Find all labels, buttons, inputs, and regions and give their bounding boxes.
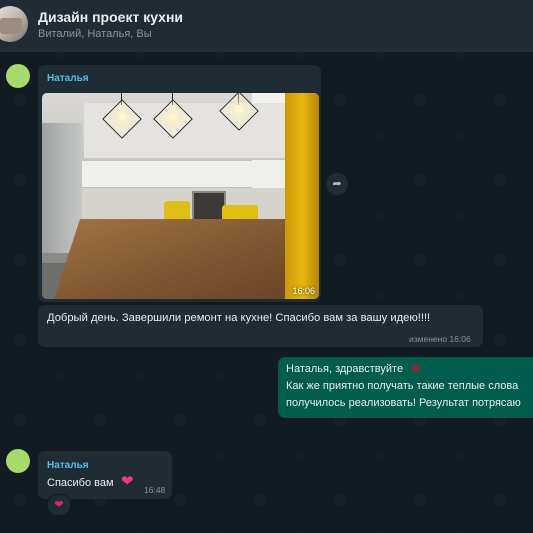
- message-time: 16:48: [144, 485, 166, 495]
- rose-emoji: ❀: [411, 361, 422, 375]
- chat-participants: Виталий, Наталья, Вы: [38, 28, 152, 40]
- red-heart-emoji: ❤: [121, 473, 134, 490]
- message-edited-time: изменено 16:06: [409, 334, 471, 344]
- image-timestamp: 16:06: [292, 286, 315, 296]
- reaction-heart-icon[interactable]: ❤: [47, 494, 71, 516]
- sender-avatar[interactable]: [6, 64, 30, 88]
- photo-bulb: [235, 105, 243, 113]
- kitchen-photo[interactable]: 16:06: [42, 93, 319, 299]
- sender-avatar[interactable]: [6, 449, 30, 473]
- chat-header[interactable]: Дизайн проект кухни Виталий, Наталья, Вы: [0, 0, 533, 52]
- photo-backsplash: [82, 161, 287, 187]
- outgoing-text-line: получилось реализовать! Результат потряс…: [286, 397, 521, 409]
- photo-curtain: [285, 93, 319, 299]
- outgoing-text-line: Как же приятно получать такие теплые сло…: [286, 380, 519, 392]
- photo-bulb: [169, 113, 177, 121]
- sender-name[interactable]: Наталья: [47, 73, 89, 84]
- sender-name[interactable]: Наталья: [47, 460, 89, 471]
- photo-bulb: [118, 113, 126, 121]
- chat-title[interactable]: Дизайн проект кухни: [38, 9, 183, 25]
- forward-icon[interactable]: ➦: [326, 173, 348, 195]
- group-avatar[interactable]: [0, 6, 28, 42]
- message-text: Добрый день. Завершили ремонт на кухне! …: [47, 312, 431, 324]
- outgoing-text-line: Наталья, здравствуйте: [286, 363, 404, 375]
- message-text: Спасибо вам: [47, 477, 114, 489]
- photo-table: [54, 219, 310, 299]
